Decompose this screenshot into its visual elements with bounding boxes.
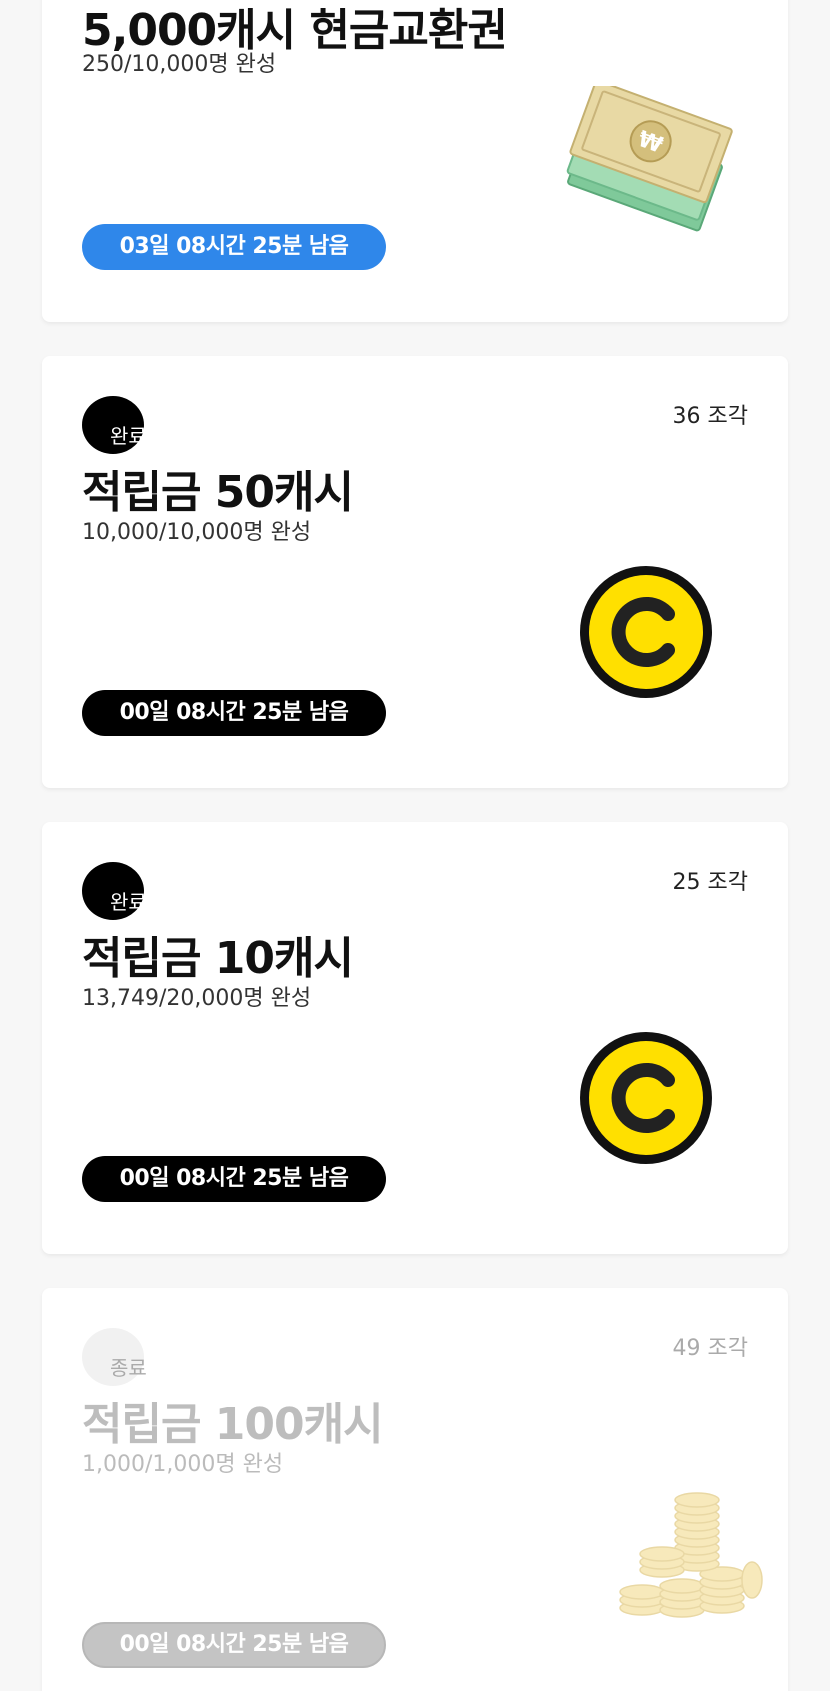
- status-label: 종료: [110, 1356, 147, 1380]
- completion-progress: 250/10,000명 완성: [82, 52, 277, 77]
- status-label: 완료: [110, 424, 147, 448]
- reward-title: 적립금 10캐시: [82, 933, 354, 984]
- piece-count: 25 조각: [672, 870, 748, 895]
- yellow-coin-c-icon: [576, 562, 724, 714]
- reward-card-cash-voucher[interactable]: 5,000캐시 현금교환권 250/10,000명 완성 ₩ 03일 08시간 …: [42, 0, 788, 322]
- status-label: 완료: [110, 890, 147, 914]
- reward-card-50-cash[interactable]: 완료 36 조각 적립금 50캐시 10,000/10,000명 완성 00일 …: [42, 356, 788, 788]
- gold-coin-stacks-icon: [602, 1484, 772, 1628]
- completion-progress: 1,000/1,000명 완성: [82, 1452, 284, 1477]
- time-remaining-badge: 00일 08시간 25분 남음: [82, 1622, 386, 1668]
- time-remaining-badge: 00일 08시간 25분 남음: [82, 1156, 386, 1202]
- completion-progress: 13,749/20,000명 완성: [82, 986, 312, 1011]
- reward-title: 적립금 50캐시: [82, 467, 354, 518]
- time-remaining-badge: 03일 08시간 25분 남음: [82, 224, 386, 270]
- time-remaining-badge: 00일 08시간 25분 남음: [82, 690, 386, 736]
- reward-title: 적립금 100캐시: [82, 1399, 384, 1450]
- completion-progress: 10,000/10,000명 완성: [82, 520, 312, 545]
- banknote-won-icon: ₩: [562, 79, 742, 240]
- piece-count: 36 조각: [672, 404, 748, 429]
- yellow-coin-c-icon: [576, 1028, 724, 1180]
- reward-card-10-cash[interactable]: 완료 25 조각 적립금 10캐시 13,749/20,000명 완성 00일 …: [42, 822, 788, 1254]
- piece-count: 49 조각: [672, 1336, 748, 1361]
- reward-card-100-cash[interactable]: 종료 49 조각 적립금 100캐시 1,000/1,000명 완성 00일 0…: [42, 1288, 788, 1691]
